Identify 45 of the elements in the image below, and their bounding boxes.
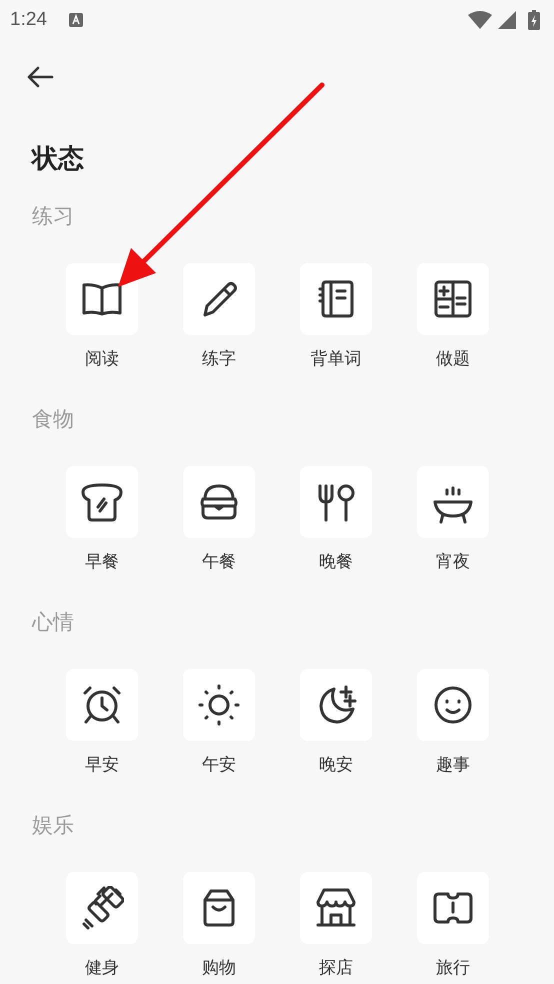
status-option-button[interactable] (66, 263, 138, 335)
status-option-button[interactable] (300, 872, 372, 944)
status-time: 1:24 (10, 9, 47, 31)
option-label: 宵夜 (436, 551, 470, 574)
status-option-button[interactable] (300, 466, 372, 538)
option-label: 旅行 (436, 957, 470, 980)
option-label: 健身 (85, 957, 119, 980)
option-label: 购物 (202, 957, 236, 980)
status-option-button[interactable] (300, 263, 372, 335)
page-title: 状态 (32, 143, 85, 176)
status-option-button[interactable] (183, 466, 255, 538)
option-label: 趣事 (436, 754, 470, 777)
section-heading: 娱乐 (32, 812, 75, 839)
option-label: 午安 (202, 754, 236, 777)
wifi-icon (468, 11, 492, 29)
status-option-button[interactable] (417, 263, 489, 335)
status-option-button[interactable] (183, 263, 255, 335)
option-label: 晚安 (319, 754, 353, 777)
option-label: 探店 (319, 957, 353, 980)
option-label: 早餐 (85, 551, 119, 574)
signal-icon (498, 11, 516, 29)
section-heading: 练习 (32, 203, 75, 230)
section-heading: 心情 (32, 609, 75, 636)
option-label: 背单词 (310, 348, 362, 371)
option-label: 阅读 (85, 348, 119, 371)
status-option-button[interactable] (66, 669, 138, 741)
option-label: 练字 (202, 348, 236, 371)
back-arrow-icon (26, 64, 54, 88)
option-label: 做题 (436, 348, 470, 371)
status-option-button[interactable] (417, 872, 489, 944)
status-option-button[interactable] (417, 466, 489, 538)
option-label: 早安 (85, 754, 119, 777)
keyboard-icon (68, 13, 83, 27)
dumbbell-icon (80, 886, 124, 930)
option-label: 晚餐 (319, 551, 353, 574)
status-option-button[interactable] (183, 872, 255, 944)
status-option-button[interactable] (183, 669, 255, 741)
status-option-button[interactable] (66, 872, 138, 944)
sun-icon (197, 683, 241, 727)
section-heading: 食物 (32, 406, 75, 433)
status-option-button[interactable] (66, 466, 138, 538)
option-label: 午餐 (202, 551, 236, 574)
battery-icon (528, 10, 540, 30)
status-option-button[interactable] (300, 669, 372, 741)
status-option-button[interactable] (417, 669, 489, 741)
